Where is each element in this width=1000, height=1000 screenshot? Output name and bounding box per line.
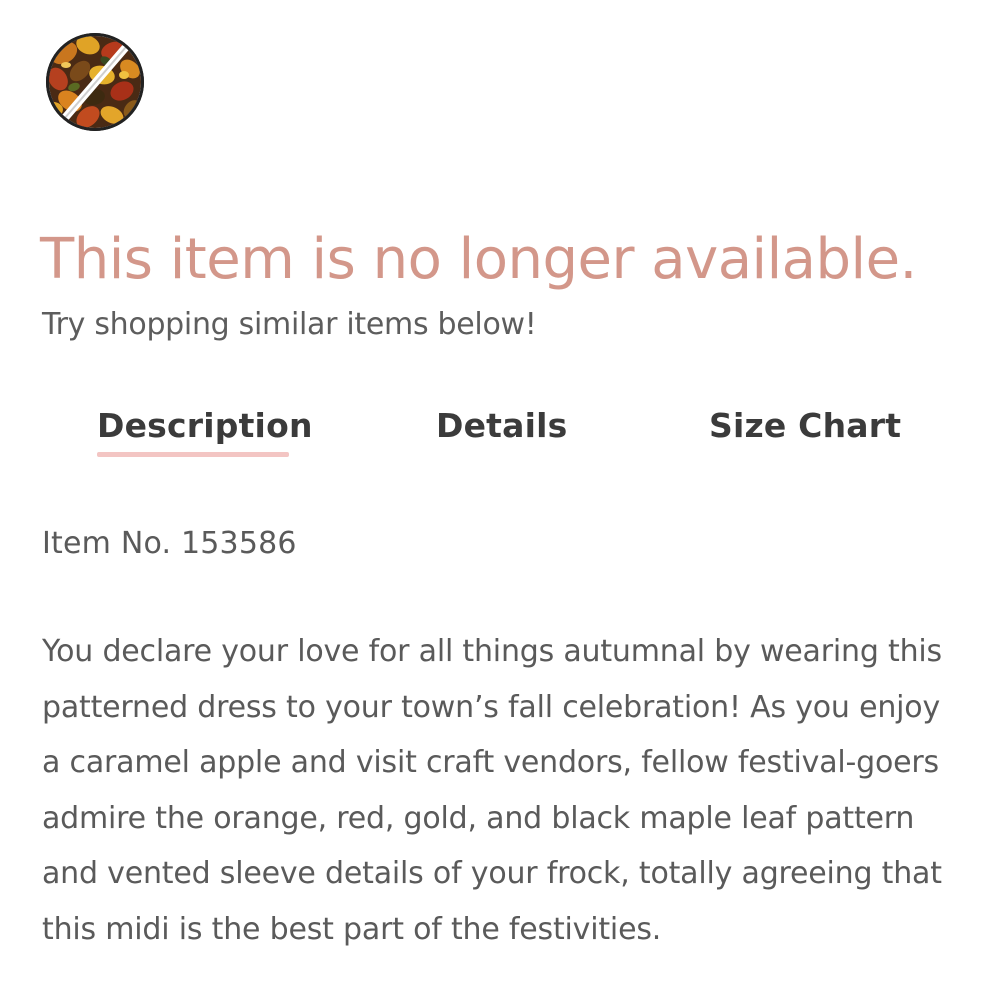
- color-swatch-unavailable[interactable]: [44, 31, 146, 133]
- tab-details[interactable]: Details: [436, 406, 567, 445]
- item-number: Item No. 153586: [42, 526, 297, 561]
- active-tab-indicator: [97, 452, 289, 457]
- tab-size-chart[interactable]: Size Chart: [709, 406, 901, 445]
- product-description: You declare your love for all things aut…: [42, 634, 942, 947]
- tab-description[interactable]: Description: [97, 406, 313, 445]
- leaf-pattern-icon: [46, 33, 144, 131]
- product-tabs: Description Details Size Chart: [0, 398, 1000, 468]
- unavailable-title: This item is no longer available.: [40, 227, 917, 292]
- unavailable-subtitle: Try shopping similar items below!: [42, 307, 537, 342]
